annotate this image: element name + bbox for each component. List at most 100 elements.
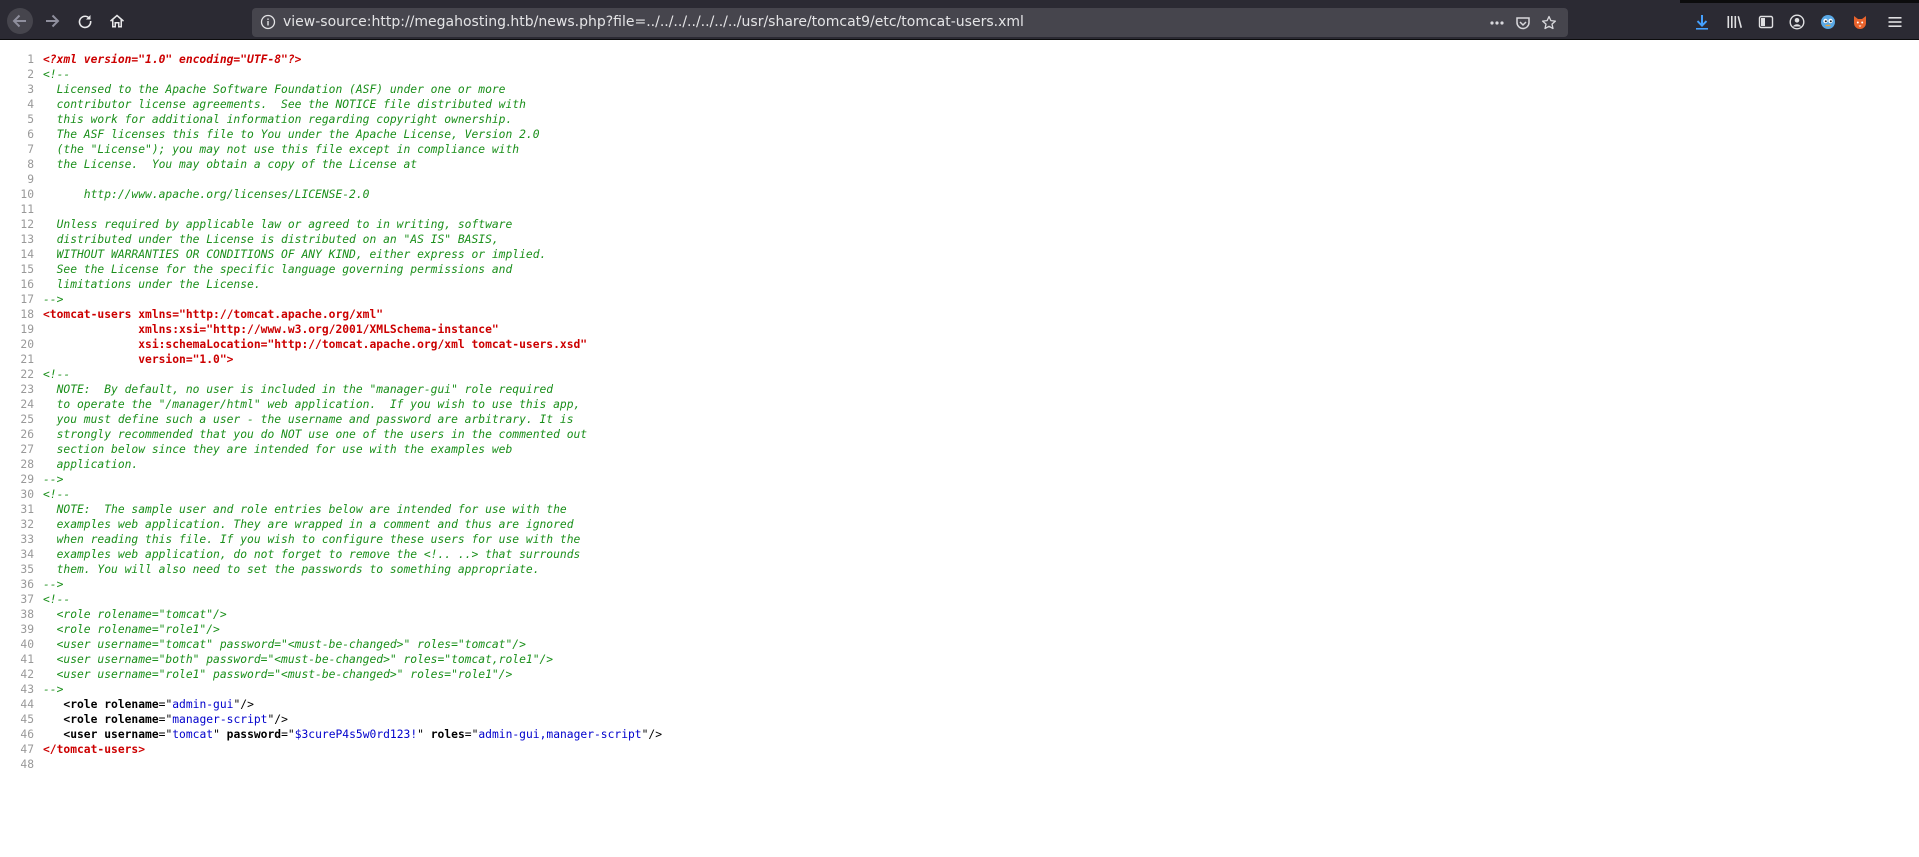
code-token: <user username="both" password="<must-be…	[43, 653, 554, 666]
line-number: 21	[20, 353, 34, 366]
line-number: 46	[20, 728, 34, 741]
library-button[interactable]	[1724, 12, 1744, 32]
code-token: the License. You may obtain a copy of th…	[43, 158, 418, 171]
address-bar[interactable]: view-source:http://megahosting.htb/news.…	[252, 8, 1568, 37]
line-code: <!--	[43, 592, 70, 607]
line-code: NOTE: By default, no user is included in…	[43, 382, 554, 397]
code-token: manager-script	[172, 713, 268, 726]
code-token: <role	[63, 713, 105, 726]
page-actions-button[interactable]	[1488, 14, 1506, 32]
source-line: 1 <?xml version="1.0" encoding="UTF-8"?>	[0, 52, 1919, 67]
reload-button[interactable]	[72, 8, 98, 34]
more-icon	[1490, 21, 1504, 25]
url-text[interactable]: view-source:http://megahosting.htb/news.…	[283, 8, 1024, 37]
source-line: 40 <user username="tomcat" password="<mu…	[0, 637, 1919, 652]
code-token: ="	[158, 698, 173, 711]
back-button[interactable]	[7, 8, 33, 34]
line-code: NOTE: The sample user and role entries b…	[43, 502, 567, 517]
forward-button[interactable]	[39, 8, 65, 34]
back-icon	[12, 14, 26, 28]
line-code: Licensed to the Apache Software Foundati…	[43, 82, 506, 97]
code-token: "/>	[233, 698, 254, 711]
code-token: application.	[43, 458, 139, 471]
source-line: 43 -->	[0, 682, 1919, 697]
library-icon	[1727, 16, 1742, 28]
home-button[interactable]	[104, 8, 130, 34]
source-line: 22 <!--	[0, 367, 1919, 382]
line-code: <role rolename="manager-script"/>	[43, 712, 288, 727]
source-line: 44 <role rolename="admin-gui"/>	[0, 697, 1919, 712]
source-line: 45 <role rolename="manager-script"/>	[0, 712, 1919, 727]
source-line: 31 NOTE: The sample user and role entrie…	[0, 502, 1919, 517]
source-line: 16 limitations under the License.	[0, 277, 1919, 292]
code-token: password	[226, 728, 282, 741]
code-token: "/>	[267, 713, 288, 726]
line-number: 47	[20, 743, 34, 756]
downloads-button[interactable]	[1692, 12, 1712, 32]
line-code: <user username="tomcat" password="<must-…	[43, 637, 526, 652]
source-line: 30 <!--	[0, 487, 1919, 502]
account-button[interactable]	[1787, 12, 1807, 32]
code-token: you must define such a user - the userna…	[43, 413, 574, 426]
code-token: rolename	[104, 713, 159, 726]
code-token: when reading this file. If you wish to c…	[43, 533, 581, 546]
line-code: WITHOUT WARRANTIES OR CONDITIONS OF ANY …	[43, 247, 547, 262]
code-token: <user username="tomcat" password="<must-…	[43, 638, 526, 651]
line-number: 29	[20, 473, 34, 486]
line-code: <!--	[43, 487, 70, 502]
line-number: 39	[20, 623, 34, 636]
source-line: 36 -->	[0, 577, 1919, 592]
line-code: -->	[43, 472, 63, 487]
bookmark-button[interactable]	[1540, 14, 1558, 32]
line-number: 27	[20, 443, 34, 456]
extension-fox-button[interactable]	[1850, 12, 1870, 32]
pocket-button[interactable]	[1514, 14, 1532, 32]
line-number: 41	[20, 653, 34, 666]
line-code: application.	[43, 457, 139, 472]
line-code: <user username="both" password="<must-be…	[43, 652, 554, 667]
info-icon[interactable]	[260, 14, 276, 30]
source-line: 11	[0, 202, 1919, 217]
code-token: "	[417, 728, 431, 741]
code-token: <!--	[43, 368, 71, 381]
source-line: 3 Licensed to the Apache Software Founda…	[0, 82, 1919, 97]
line-code: <tomcat-users xmlns="http://tomcat.apach…	[43, 307, 383, 322]
line-number: 28	[20, 458, 34, 471]
extension-button[interactable]	[1818, 12, 1838, 32]
code-token: contributor license agreements. See the …	[43, 98, 526, 111]
line-number: 30	[20, 488, 34, 501]
source-line: 34 examples web application, do not forg…	[0, 547, 1919, 562]
code-token: ="	[281, 728, 295, 741]
sidebar-button[interactable]	[1756, 12, 1776, 32]
line-code: contributor license agreements. See the …	[43, 97, 526, 112]
code-token: tomcat	[172, 728, 214, 741]
code-token: distributed under the License is distrib…	[43, 233, 499, 246]
extension-fox-icon	[1854, 16, 1866, 29]
code-token: to operate the "/manager/html" web appli…	[43, 398, 581, 411]
source-line: 32 examples web application. They are wr…	[0, 517, 1919, 532]
source-line: 25 you must define such a user - the use…	[0, 412, 1919, 427]
line-code: when reading this file. If you wish to c…	[43, 532, 581, 547]
line-code: <role rolename="admin-gui"/>	[43, 697, 254, 712]
app-menu-button[interactable]	[1885, 12, 1905, 32]
code-token: <!--	[43, 68, 71, 81]
line-number: 38	[20, 608, 34, 621]
line-number: 15	[20, 263, 34, 276]
source-line: 41 <user username="both" password="<must…	[0, 652, 1919, 667]
line-number: 4	[27, 98, 34, 111]
code-token: http://www.apache.org/licenses/LICENSE-2…	[43, 188, 370, 201]
tab-strip-edge	[1680, 0, 1919, 3]
code-token: "/>	[641, 728, 663, 741]
line-number: 7	[27, 143, 34, 156]
code-token: <role rolename="tomcat"/>	[43, 608, 227, 621]
code-token: NOTE: By default, no user is included in…	[43, 383, 554, 396]
line-code: xsi:schemaLocation="http://tomcat.apache…	[43, 337, 587, 352]
view-source-content: 1 <?xml version="1.0" encoding="UTF-8"?> 2…	[0, 52, 1919, 772]
line-number: 40	[20, 638, 34, 651]
source-line: 15 See the License for the specific lang…	[0, 262, 1919, 277]
line-number: 32	[20, 518, 34, 531]
code-token: xsi:schemaLocation="http://tomcat.apache…	[43, 338, 588, 351]
line-code: (the "License"); you may not use this fi…	[43, 142, 520, 157]
line-number: 24	[20, 398, 34, 411]
line-number: 20	[20, 338, 34, 351]
